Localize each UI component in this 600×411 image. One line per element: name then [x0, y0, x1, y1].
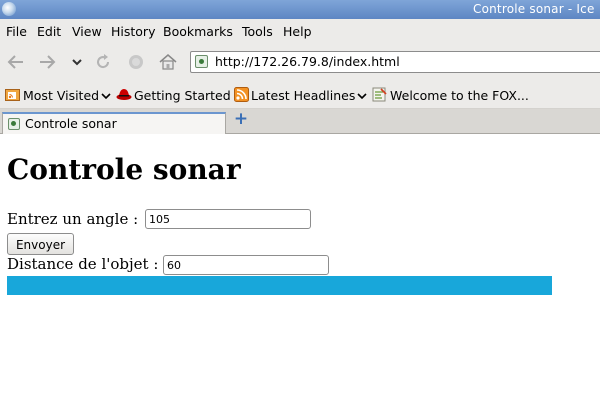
rss-folder-icon — [5, 87, 20, 102]
distance-label: Distance de l'objet : — [7, 255, 159, 273]
site-identity-icon[interactable] — [195, 55, 208, 68]
redhat-icon — [116, 87, 132, 102]
angle-label: Entrez un angle : — [7, 210, 139, 228]
bookmark-latest-headlines[interactable]: Latest Headlines — [251, 88, 367, 103]
window-title: Controle sonar - Ice — [473, 2, 595, 16]
chevron-down-icon — [101, 93, 111, 100]
menu-file[interactable]: File — [6, 24, 27, 39]
forward-arrow-icon[interactable] — [36, 51, 58, 73]
bookmark-most-visited-label: Most Visited — [23, 88, 100, 103]
page-content: Controle sonar Entrez un angle : Envoyer… — [0, 134, 600, 411]
browser-logo-icon — [2, 2, 16, 16]
distance-bar-fill — [7, 276, 552, 295]
menu-history[interactable]: History — [111, 24, 155, 39]
tab-bar: Controle sonar — [0, 109, 600, 134]
page-title: Controle sonar — [7, 153, 241, 186]
bookmark-latest-headlines-label: Latest Headlines — [251, 88, 356, 103]
url-text[interactable]: http://172.26.79.8/index.html — [215, 54, 400, 69]
menu-tools[interactable]: Tools — [242, 24, 273, 39]
menu-help[interactable]: Help — [283, 24, 312, 39]
url-bar[interactable]: http://172.26.79.8/index.html — [190, 51, 600, 73]
bookmarks-toolbar: Most Visited Getting Started Latest Head… — [0, 81, 600, 109]
tab-label: Controle sonar — [25, 116, 117, 131]
window-titlebar: Controle sonar - Ice — [0, 0, 600, 19]
fox-icon — [372, 87, 387, 102]
distance-bar — [7, 276, 552, 295]
history-dropdown-icon[interactable] — [66, 51, 88, 73]
menu-edit[interactable]: Edit — [37, 24, 61, 39]
new-tab-plus-icon[interactable]: + — [233, 111, 249, 128]
page-favicon-icon — [8, 118, 20, 130]
reload-icon[interactable] — [92, 51, 114, 73]
bookmark-getting-started[interactable]: Getting Started — [134, 88, 231, 103]
angle-input[interactable] — [145, 209, 311, 229]
bookmark-most-visited[interactable]: Most Visited — [23, 88, 111, 103]
stop-icon[interactable] — [125, 51, 147, 73]
bookmark-welcome-fox[interactable]: Welcome to the FOX... — [390, 88, 529, 103]
menu-bar: File Edit View History Bookmarks Tools H… — [0, 19, 600, 43]
chevron-down-icon — [357, 93, 367, 100]
back-arrow-icon[interactable] — [5, 51, 27, 73]
menu-view[interactable]: View — [72, 24, 102, 39]
envoyer-button[interactable]: Envoyer — [7, 233, 74, 255]
home-icon[interactable] — [157, 51, 179, 73]
distance-input[interactable] — [163, 255, 329, 275]
rss-icon — [234, 87, 249, 102]
tab-controle-sonar[interactable]: Controle sonar — [2, 112, 226, 134]
menu-bookmarks[interactable]: Bookmarks — [163, 24, 233, 39]
